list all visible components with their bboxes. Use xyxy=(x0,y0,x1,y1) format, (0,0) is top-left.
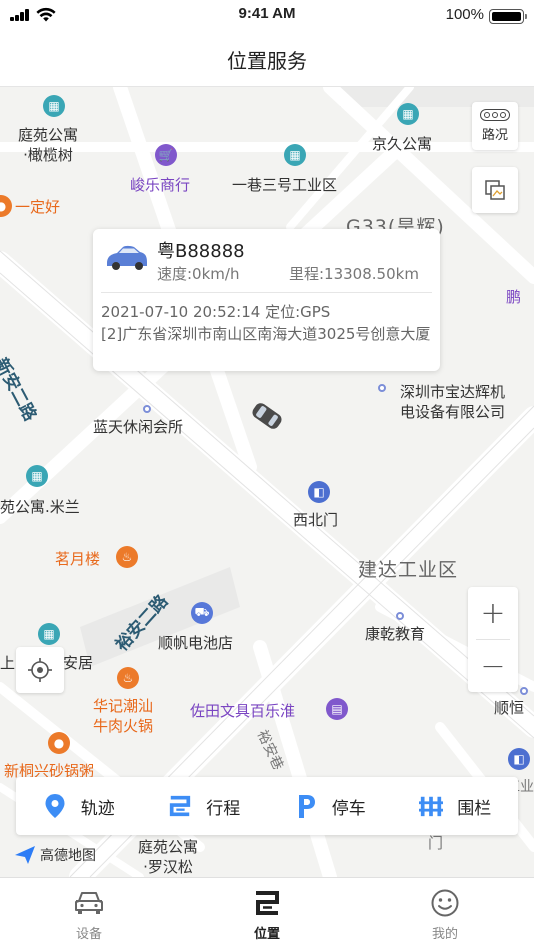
amap-logo-icon xyxy=(15,846,35,864)
building-icon: ▦ xyxy=(26,465,48,487)
trip-label: 行程 xyxy=(206,798,241,819)
car-icon xyxy=(74,888,104,918)
battery-icon xyxy=(489,9,527,24)
layers-icon xyxy=(485,180,505,200)
location-time: 2021-07-10 20:52:14 定位:GPS xyxy=(101,303,331,321)
restaurant-icon: ♨ xyxy=(116,546,138,568)
map-view[interactable]: ▦ 庭苑公寓 ·橄榄树 ▦ 京久公寓 🛒 峻乐商行 ▦ 一巷三号工业区 ● 一定… xyxy=(0,87,534,877)
track-button[interactable]: 轨迹 xyxy=(16,777,142,835)
smile-icon xyxy=(430,888,460,918)
fence-button[interactable]: 围栏 xyxy=(393,777,519,835)
fence-icon xyxy=(419,793,444,819)
vehicle-thumbnail-icon xyxy=(107,245,147,270)
route-icon xyxy=(252,888,282,918)
poi-dot xyxy=(378,384,386,392)
parking-button[interactable]: 停车 xyxy=(267,777,393,835)
popup-divider xyxy=(101,292,432,293)
shop-icon: 🛒 xyxy=(155,144,177,166)
building-icon: ▦ xyxy=(397,103,419,125)
area-label: 建达工业区 xyxy=(358,559,459,581)
action-bar: 轨迹 行程 停车 围栏 xyxy=(16,777,518,835)
poi-label: 门 xyxy=(428,834,444,852)
poi-label: 西北门 xyxy=(293,511,339,529)
poi-label: 佐田文具百乐淮 xyxy=(190,702,296,720)
poi-label: 康乾教育 xyxy=(365,625,426,643)
poi-label: 上 xyxy=(0,654,16,672)
poi-label: 顺恒 xyxy=(494,699,525,717)
poi-label: 庭苑公寓 ·橄榄树 xyxy=(18,126,79,164)
fence-label: 围栏 xyxy=(457,798,492,819)
traffic-icon xyxy=(480,109,510,121)
map-attribution: 高德地图 xyxy=(14,845,96,865)
traffic-toggle-button[interactable]: 路况 xyxy=(472,102,518,150)
poi-label: 苑公寓.米兰 xyxy=(0,498,80,516)
poi-label: 深圳市宝达辉机 电设备有限公司 xyxy=(400,383,506,421)
parking-icon xyxy=(294,793,318,819)
building-icon: ▦ xyxy=(43,95,65,117)
zoom-control: + − xyxy=(468,587,518,692)
vehicle-info-popup[interactable]: 粤B88888 速度:0km/h 里程:13308.50km 2021-07-1… xyxy=(93,229,440,371)
tab-label: 位置 xyxy=(253,927,280,942)
tab-label: 我的 xyxy=(431,927,458,942)
status-bar: 9:41 AM 100% xyxy=(0,0,534,30)
zoom-out-button[interactable]: − xyxy=(468,640,518,692)
gate-icon: ◧ xyxy=(508,748,530,770)
tab-device[interactable]: 设备 xyxy=(0,878,178,950)
tab-label: 设备 xyxy=(75,927,102,942)
trip-button[interactable]: 行程 xyxy=(142,777,268,835)
zoom-in-button[interactable]: + xyxy=(468,587,518,639)
vehicle-speed: 速度:0km/h xyxy=(157,265,240,283)
poi-label: 一定好 xyxy=(15,198,61,216)
navigation-bar: 位置服务 xyxy=(0,30,534,87)
poi-label: 蓝天休闲会所 xyxy=(93,418,184,436)
building-icon: ▦ xyxy=(38,623,60,645)
location-pin-icon xyxy=(43,793,67,819)
building-icon: ▦ xyxy=(284,144,306,166)
tab-location[interactable]: 位置 xyxy=(178,878,356,950)
track-label: 轨迹 xyxy=(80,798,115,819)
poi-dot xyxy=(396,612,404,620)
poi-label: 茗月楼 xyxy=(55,550,101,568)
shop-icon: ▤ xyxy=(326,698,348,720)
traffic-label: 路况 xyxy=(481,128,508,143)
poi-label: 庭苑公寓 ·罗汉松 xyxy=(138,838,199,876)
vehicle-plate: 粤B88888 xyxy=(157,241,245,262)
vehicle-mileage: 里程:13308.50km xyxy=(289,265,419,283)
poi-dot xyxy=(520,687,528,695)
poi-label: 安居 xyxy=(63,654,94,672)
locate-me-button[interactable] xyxy=(16,647,64,693)
car-service-icon: ⛟ xyxy=(191,602,213,624)
attribution-text: 高德地图 xyxy=(40,848,96,864)
vehicle-marker-icon[interactable] xyxy=(248,397,286,435)
poi-label: 鹏 xyxy=(506,288,522,306)
parking-label: 停车 xyxy=(331,798,366,819)
battery-percentage: 100% xyxy=(445,6,484,23)
restaurant-icon: ♨ xyxy=(117,667,139,689)
poi-label: 顺帆电池店 xyxy=(158,634,234,652)
poi-label: 京久公寓 xyxy=(372,135,433,153)
gate-icon: ◧ xyxy=(308,481,330,503)
page-title: 位置服务 xyxy=(227,49,307,73)
poi-dot xyxy=(143,405,151,413)
route-icon xyxy=(168,793,192,819)
poi-label: 一巷三号工业区 xyxy=(232,176,338,194)
poi-label: 华记潮汕 牛肉火锅 xyxy=(93,697,154,735)
map-layer-button[interactable] xyxy=(472,167,518,213)
tab-profile[interactable]: 我的 xyxy=(356,878,534,950)
restaurant-icon: ● xyxy=(48,732,70,754)
tab-bar: 设备 位置 我的 xyxy=(0,877,534,950)
crosshair-icon xyxy=(28,658,52,682)
vehicle-address: [2]广东省深圳市南山区南海大道3025号创意大厦 xyxy=(101,325,431,343)
poi-label: 峻乐商行 xyxy=(130,176,191,194)
